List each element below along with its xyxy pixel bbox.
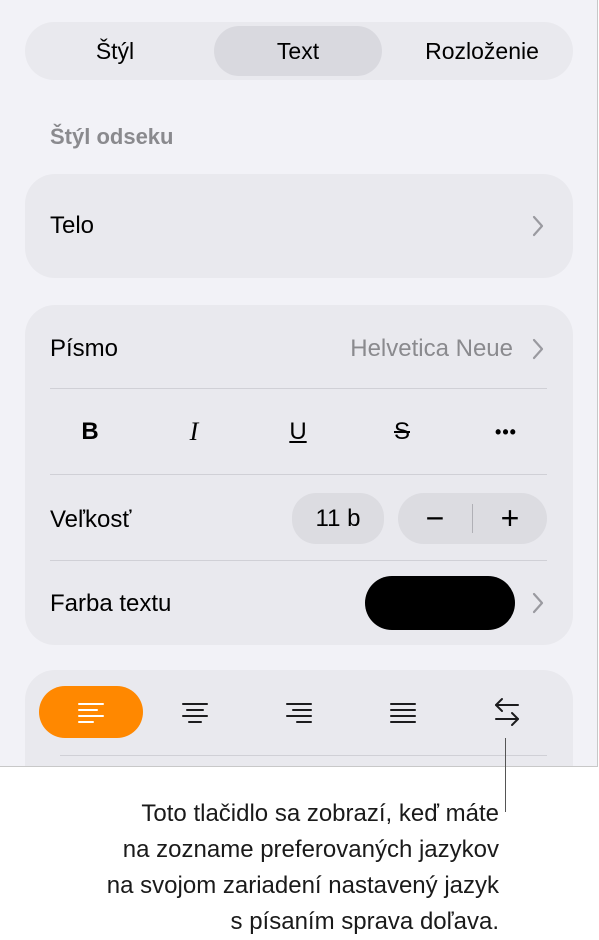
italic-button[interactable]: I bbox=[168, 410, 220, 454]
size-stepper: − + bbox=[398, 493, 547, 544]
callout-line-2: na zozname preferovaných jazykov bbox=[122, 836, 499, 863]
callout-line-1: Toto tlačidlo sa zobrazí, keď máte bbox=[141, 800, 499, 827]
bold-icon: B bbox=[81, 418, 99, 445]
callout-line bbox=[505, 738, 506, 812]
font-label: Písmo bbox=[50, 335, 119, 362]
minus-icon: − bbox=[425, 500, 445, 536]
text-color-swatch[interactable] bbox=[365, 576, 515, 630]
chevron-right-icon bbox=[532, 592, 544, 614]
divider bbox=[50, 388, 547, 389]
increase-size-button[interactable]: + bbox=[473, 493, 547, 544]
tab-bar: Štýl Text Rozloženie bbox=[25, 22, 573, 80]
underline-button[interactable]: U bbox=[272, 410, 324, 454]
align-justify-icon bbox=[390, 703, 416, 723]
plus-icon: + bbox=[500, 500, 520, 536]
underline-icon: U bbox=[289, 418, 307, 445]
callout-line-4: s písaním sprava doľava. bbox=[230, 908, 499, 935]
tab-style[interactable]: Štýl bbox=[25, 26, 205, 76]
font-row[interactable]: Písmo Helvetica Neue bbox=[25, 320, 573, 380]
paragraph-style-row[interactable]: Telo bbox=[25, 174, 573, 278]
font-value: Helvetica Neue bbox=[350, 335, 513, 362]
tab-text-label: Text bbox=[276, 37, 320, 64]
more-options-icon: ••• bbox=[495, 421, 517, 442]
align-left-button[interactable] bbox=[39, 686, 143, 738]
chevron-right-icon bbox=[532, 338, 544, 360]
tab-style-label: Štýl bbox=[95, 37, 135, 64]
callout-text: Toto tlačidlo sa zobrazí, keď máte na zo… bbox=[107, 796, 499, 940]
align-center-button[interactable] bbox=[143, 686, 247, 738]
divider bbox=[60, 755, 547, 756]
paragraph-style-value: Telo bbox=[50, 212, 95, 239]
divider bbox=[50, 560, 547, 561]
text-direction-button[interactable] bbox=[455, 686, 559, 738]
text-direction-icon bbox=[495, 698, 519, 726]
bold-button[interactable]: B bbox=[64, 410, 116, 454]
paragraph-style-header: Štýl odseku bbox=[50, 124, 174, 149]
decrease-size-button[interactable]: − bbox=[398, 493, 472, 544]
size-value: 11 b bbox=[315, 504, 361, 532]
divider bbox=[50, 474, 547, 475]
size-label: Veľkosť bbox=[50, 506, 132, 533]
tab-layout[interactable]: Rozloženie bbox=[395, 26, 569, 76]
align-right-icon bbox=[286, 703, 312, 723]
italic-icon: I bbox=[189, 417, 199, 446]
format-panel: Štýl Text Rozloženie Štýl odseku Telo Pí… bbox=[0, 0, 598, 767]
align-right-button[interactable] bbox=[247, 686, 351, 738]
strikethrough-button[interactable]: S bbox=[376, 410, 428, 454]
tab-layout-label: Rozloženie bbox=[425, 37, 539, 64]
align-left-icon bbox=[78, 703, 104, 723]
chevron-right-icon bbox=[532, 215, 544, 237]
callout-line-3: na svojom zariadení nastavený jazyk bbox=[106, 872, 499, 899]
more-options-button[interactable]: ••• bbox=[480, 410, 532, 454]
strikethrough-icon: S bbox=[393, 418, 410, 445]
size-value-field[interactable]: 11 b bbox=[292, 493, 384, 544]
align-justify-button[interactable] bbox=[351, 686, 455, 738]
tab-text[interactable]: Text bbox=[214, 26, 382, 76]
text-color-label: Farba textu bbox=[50, 590, 172, 617]
align-center-icon bbox=[182, 703, 208, 723]
